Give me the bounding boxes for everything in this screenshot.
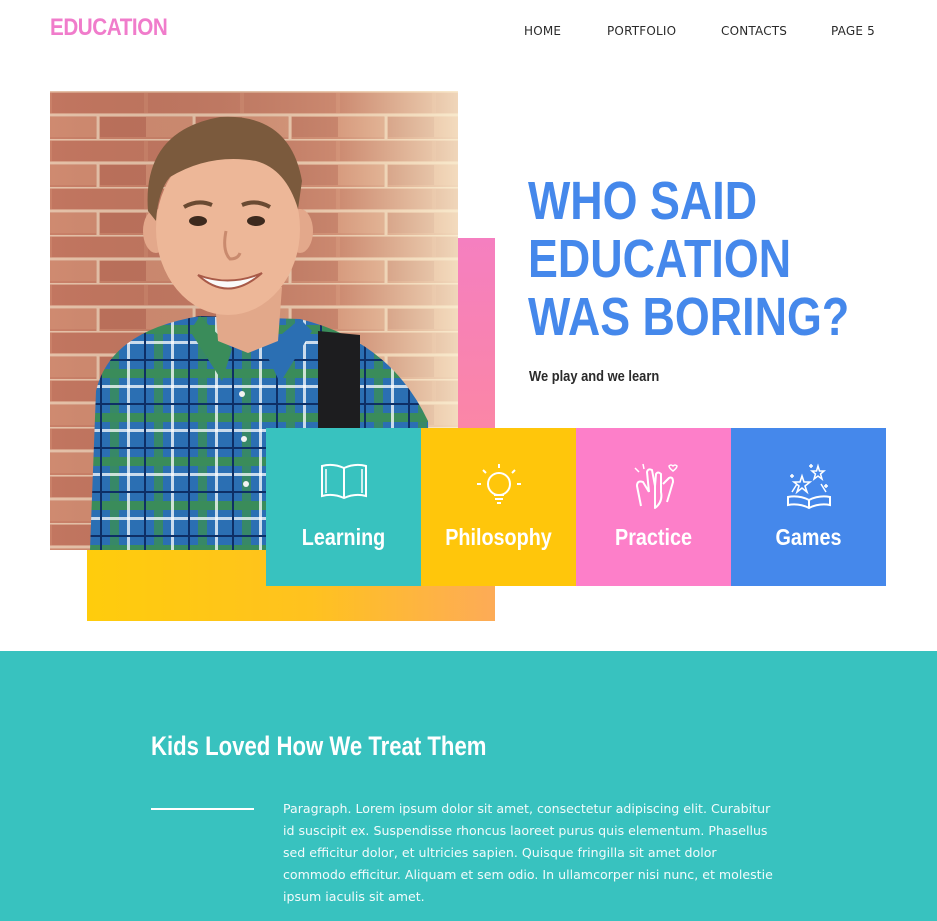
headline-line: EDUCATION: [528, 229, 792, 289]
nav-link-page-5[interactable]: PAGE 5: [831, 24, 875, 38]
headline-line: WHO SAID: [528, 171, 758, 231]
decorative-pink-block: [458, 238, 495, 430]
feature-tile-practice[interactable]: Practice: [576, 428, 731, 586]
hero-tagline: We play and we learn: [529, 368, 660, 385]
feature-tile-learning[interactable]: Learning: [266, 428, 421, 586]
lightbulb-icon: [476, 464, 521, 504]
nav-link-portfolio[interactable]: PORTFOLIO: [607, 24, 676, 38]
hero-headline: WHO SAID EDUCATION WAS BORING?: [528, 171, 850, 347]
feature-label: Practice: [615, 524, 692, 550]
section-paragraph: Paragraph. Lorem ipsum dolor sit amet, c…: [283, 801, 773, 904]
testimonial-section: Kids Loved How We Treat Them Paragraph. …: [0, 651, 937, 921]
main-nav: HOME PORTFOLIO CONTACTS PAGE 5: [0, 24, 937, 42]
section-divider: [151, 808, 254, 810]
feature-label: Philosophy: [445, 524, 552, 550]
feature-tile-philosophy[interactable]: Philosophy: [421, 428, 576, 586]
feature-label: Learning: [301, 524, 386, 550]
feature-tile-games[interactable]: Games: [731, 428, 886, 586]
feature-tiles: Learning Philosophy Practice Games: [266, 428, 886, 586]
nav-link-home[interactable]: HOME: [524, 24, 561, 38]
magic-book-icon: [786, 463, 831, 510]
open-book-icon: [320, 463, 367, 500]
feature-label: Games: [775, 524, 842, 550]
nav-link-contacts[interactable]: CONTACTS: [721, 24, 787, 38]
clapping-hands-icon: [633, 463, 678, 509]
headline-line: WAS BORING?: [528, 287, 850, 347]
section-title: Kids Loved How We Treat Them: [151, 731, 487, 761]
